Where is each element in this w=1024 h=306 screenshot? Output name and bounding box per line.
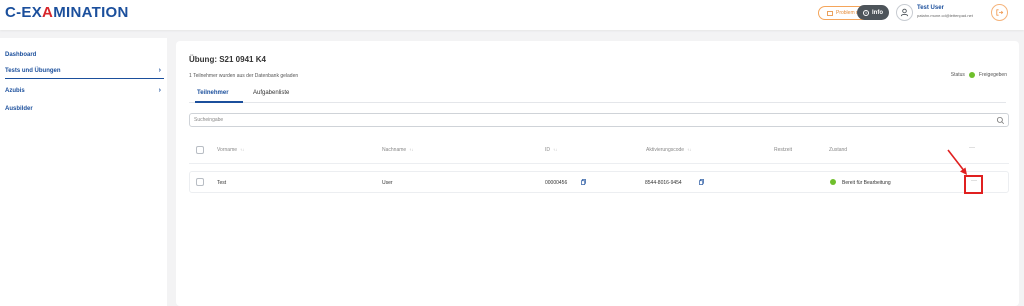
sidebar: Dashboard Tests und Übungen › Azubis › A…: [0, 38, 167, 306]
active-tab-indicator: [195, 101, 243, 103]
report-icon: [827, 10, 833, 16]
tab-aufgabenliste[interactable]: Aufgabenliste: [253, 90, 289, 96]
tab-teilnehmer[interactable]: Teilnehmer: [197, 90, 229, 96]
logout-button[interactable]: [991, 4, 1008, 21]
sort-icon: ↑↓: [553, 147, 557, 152]
status-dot-icon: [968, 72, 975, 78]
annotation-highlight-box: [964, 175, 983, 194]
sidebar-item-label: Azubis: [5, 88, 25, 94]
status-value: Freigegeben: [978, 72, 1007, 78]
loaded-count-text: 1 Teilnehmer wurden aus der Datenbank ge…: [189, 73, 299, 79]
cell-nachname: User: [382, 180, 393, 186]
user-avatar[interactable]: [896, 4, 913, 21]
column-header-id[interactable]: ID ↑↓: [545, 147, 557, 153]
logout-icon: [996, 9, 1004, 16]
cell-zustand: Bereit für Bearbeitung: [842, 180, 891, 186]
copy-code-icon[interactable]: [699, 179, 704, 185]
sidebar-item-dashboard[interactable]: Dashboard: [5, 47, 164, 63]
column-header-restzeit: Restzeit: [774, 147, 793, 153]
sidebar-item-label: Ausbilder: [5, 106, 33, 112]
page-title: Übung: S21 0941 K4: [189, 55, 266, 64]
search-icon[interactable]: [996, 116, 1005, 125]
column-header-nachname[interactable]: Nachname ↑↓: [382, 147, 413, 153]
user-email: patahn.mune.cd@lettenpad.net: [917, 13, 973, 18]
column-header-zustand: Zustand: [829, 147, 848, 153]
sidebar-item-azubis[interactable]: Azubis ›: [5, 83, 164, 99]
app-logo[interactable]: C-EXAMINATION: [5, 4, 129, 21]
copy-id-icon[interactable]: [581, 179, 586, 185]
select-all-checkbox[interactable]: [196, 146, 204, 154]
table-row[interactable]: Test User 00000456 8544-8016-9454 Bereit…: [189, 171, 1009, 193]
chevron-right-icon: ›: [158, 87, 161, 94]
cell-id: 00000456: [545, 180, 568, 186]
row-checkbox[interactable]: [196, 178, 204, 186]
search-placeholder: Sucheingabe: [194, 117, 224, 123]
tab-bar: Teilnehmer Aufgabenliste: [189, 86, 1006, 103]
column-header-aktivierungscode[interactable]: Aktivierungscode ↑↓: [646, 147, 691, 153]
sidebar-item-ausbilder[interactable]: Ausbilder: [5, 101, 164, 117]
info-icon: i: [863, 9, 869, 16]
chevron-right-icon: ›: [158, 67, 161, 74]
info-button[interactable]: i Info: [857, 5, 889, 20]
status-indicator: Status Freigegeben: [951, 72, 1007, 78]
cell-aktivierungscode: 8544-8016-9454: [645, 180, 682, 186]
column-header-vorname[interactable]: Vorname ↑↓: [217, 147, 244, 153]
sort-icon: ↑↓: [240, 147, 245, 152]
sort-icon: ↑↓: [687, 147, 692, 152]
top-header: C-EXAMINATION Problem melden i Info Test…: [0, 0, 1024, 30]
user-icon: [900, 8, 909, 17]
sort-icon: ↑↓: [409, 147, 414, 152]
sidebar-item-label: Dashboard: [5, 52, 37, 58]
status-label: Status: [950, 72, 965, 78]
state-dot-icon: [830, 179, 836, 185]
table-header: Vorname ↑↓ Nachname ↑↓ ID ↑↓ Aktivierungsco…: [189, 140, 1009, 164]
search-input[interactable]: Sucheingabe: [189, 113, 1009, 127]
user-name: Test User: [917, 5, 944, 11]
info-label: Info: [872, 9, 883, 16]
sidebar-item-label: Tests und Übungen: [5, 68, 61, 74]
cell-vorname: Test: [217, 180, 227, 186]
main-card: Übung: S21 0941 K4 1 Teilnehmer wurden a…: [176, 41, 1019, 306]
sidebar-item-tests[interactable]: Tests und Übungen ›: [5, 63, 164, 79]
